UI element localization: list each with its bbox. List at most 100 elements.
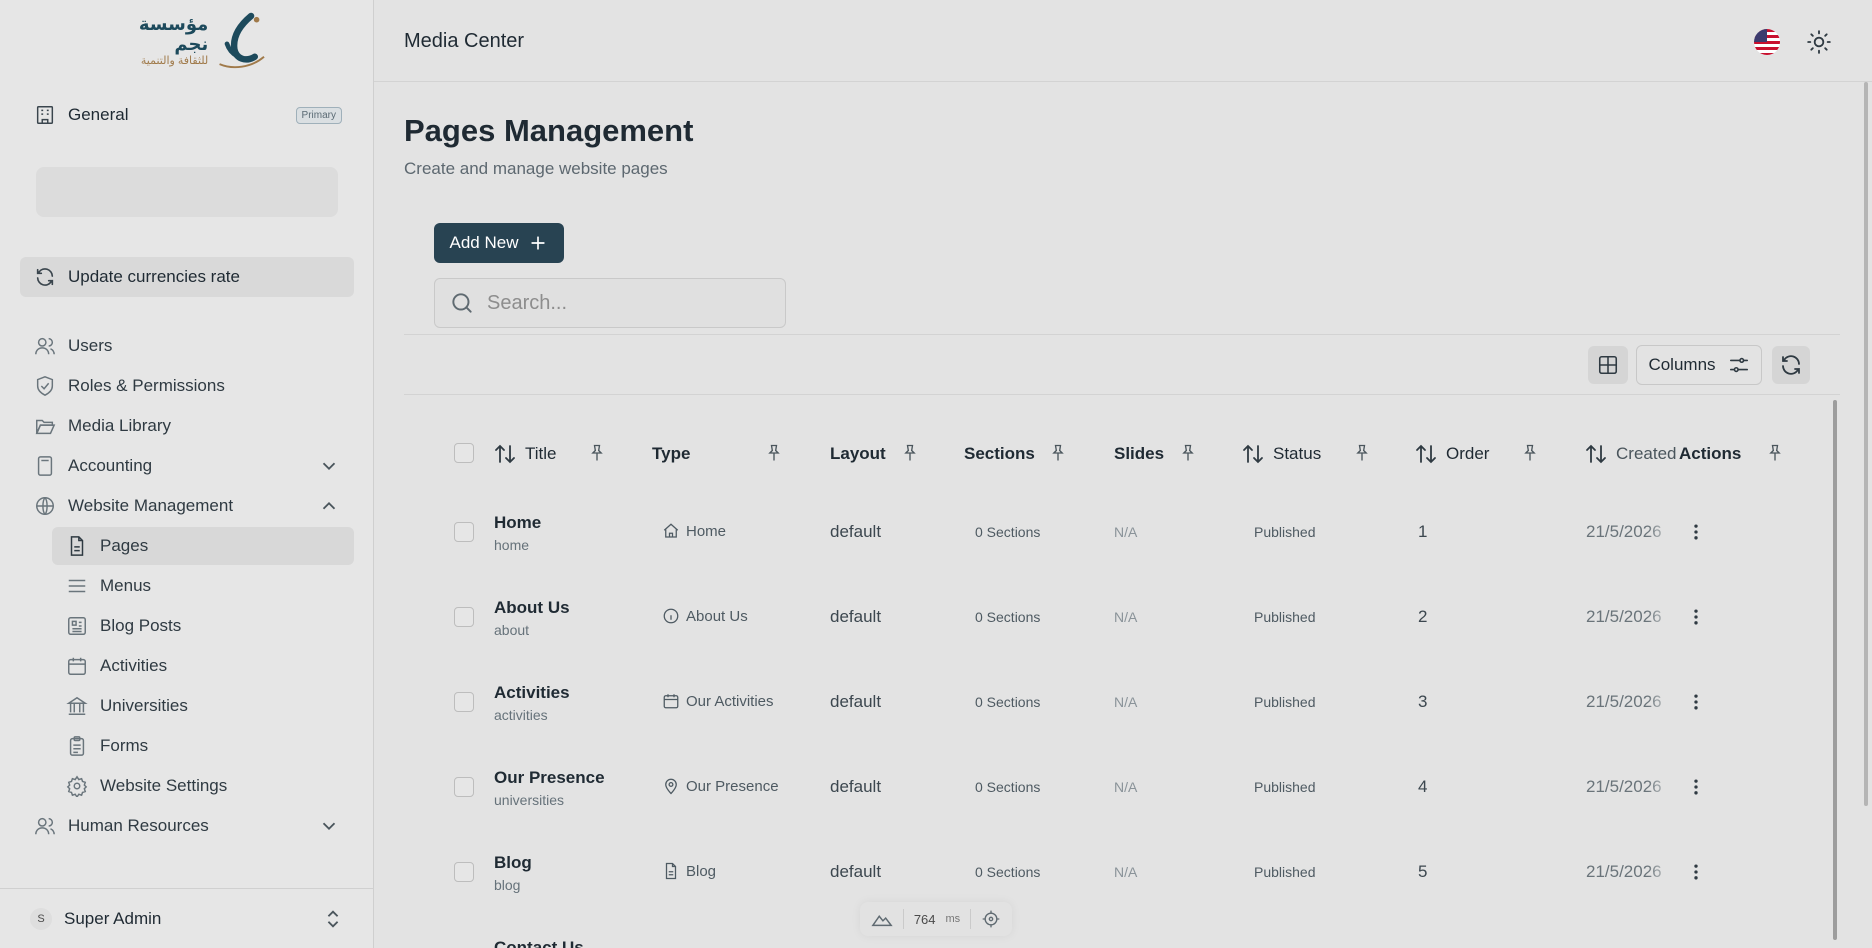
column-header-status[interactable]: Status — [1241, 440, 1321, 468]
table-view-button[interactable] — [1588, 346, 1628, 384]
divider — [404, 394, 1840, 395]
page-title-cell: Home — [494, 513, 542, 532]
map-pin-icon — [665, 778, 677, 795]
column-header-actions[interactable]: Actions — [1679, 440, 1741, 468]
sidebar-item-forms[interactable]: Forms — [52, 727, 354, 765]
column-header-sections[interactable]: Sections — [964, 440, 1035, 468]
column-header-order[interactable]: Order — [1414, 440, 1489, 468]
table-row-title[interactable]: Blog blog — [494, 853, 532, 893]
page-subtitle: Create and manage website pages — [404, 159, 668, 178]
column-header-type[interactable]: Type — [652, 440, 690, 468]
sidebar-item-human-resources[interactable]: Human Resources — [20, 807, 354, 845]
refresh-icon — [1782, 355, 1800, 375]
sidebar-item-label: Pages — [100, 536, 149, 555]
pin-icon[interactable] — [1520, 441, 1540, 465]
sidebar-item-label: Human Resources — [68, 816, 209, 835]
pin-icon[interactable] — [1048, 441, 1068, 465]
row-checkbox[interactable] — [454, 692, 474, 712]
table-row-title[interactable]: Our Presence universities — [494, 768, 605, 808]
page-scrollbar[interactable] — [1864, 82, 1868, 806]
page-created-cell: 21/5/2026 — [1586, 607, 1662, 626]
table-row-partial[interactable]: Contact Us — [494, 938, 584, 948]
page-sections-cell: 0 Sections — [975, 864, 1041, 880]
sidebar-item-pages[interactable]: Pages — [52, 527, 354, 565]
table-row-title[interactable]: About Us about — [494, 598, 570, 638]
column-header-created[interactable]: Created — [1584, 440, 1680, 468]
logo-text: مؤسسة نجم للثقافة والتنمية — [108, 14, 209, 67]
pin-icon[interactable] — [764, 441, 784, 465]
page-type-label: About Us — [686, 607, 748, 625]
page-title: Pages Management — [404, 113, 694, 148]
refresh-button[interactable] — [1772, 346, 1810, 384]
user-menu[interactable]: S Super Admin — [0, 888, 374, 948]
users-icon — [34, 335, 56, 357]
page-layout-cell: default — [830, 692, 882, 711]
search-input[interactable] — [487, 291, 767, 315]
columns-button[interactable]: Columns — [1636, 345, 1762, 385]
add-new-button[interactable]: Add New — [434, 223, 564, 263]
pin-icon[interactable] — [1352, 441, 1372, 465]
update-currencies-button[interactable]: Update currencies rate — [20, 257, 354, 297]
sidebar-item-menus[interactable]: Menus — [52, 567, 354, 605]
sidebar-item-users[interactable]: Users — [20, 327, 354, 365]
table-scrollbar[interactable] — [1833, 400, 1837, 940]
us-flag-icon[interactable] — [1754, 29, 1780, 55]
search-field[interactable] — [434, 278, 786, 328]
page-slug-cell: universities — [494, 792, 565, 808]
more-vertical-icon[interactable] — [1686, 775, 1706, 799]
table-row-title[interactable]: Activities activities — [494, 683, 570, 723]
column-header-title[interactable]: Title — [493, 440, 557, 468]
sidebar-item-website-settings[interactable]: Website Settings — [52, 767, 354, 805]
more-vertical-icon[interactable] — [1686, 520, 1706, 544]
more-vertical-icon[interactable] — [1686, 605, 1706, 629]
performance-indicator[interactable]: 764 ms — [860, 902, 1012, 936]
page-order-cell: 1 — [1418, 522, 1428, 541]
row-checkbox[interactable] — [454, 607, 474, 627]
logo[interactable]: مؤسسة نجم للثقافة والتنمية — [108, 6, 268, 76]
sun-icon[interactable] — [1806, 29, 1832, 55]
sidebar-item-media-library[interactable]: Media Library — [20, 407, 354, 445]
column-header-layout[interactable]: Layout — [830, 440, 886, 468]
sidebar-item-blog-posts[interactable]: Blog Posts — [52, 607, 354, 645]
status-badge: Published — [1254, 524, 1316, 540]
more-vertical-icon[interactable] — [1686, 860, 1706, 884]
sidebar-item-label: Media Library — [68, 416, 171, 435]
row-checkbox[interactable] — [454, 862, 474, 882]
globe-icon — [34, 495, 56, 517]
page-slug-cell: about — [494, 622, 530, 638]
page-type-label: Blog — [686, 862, 717, 880]
pin-icon[interactable] — [1178, 441, 1198, 465]
pin-icon[interactable] — [1765, 441, 1785, 465]
sidebar-item-roles[interactable]: Roles & Permissions — [20, 367, 354, 405]
status-badge: Published — [1254, 694, 1316, 710]
more-vertical-icon[interactable] — [1686, 690, 1706, 714]
org-selector[interactable]: General Primary — [34, 100, 342, 130]
row-checkbox[interactable] — [454, 777, 474, 797]
sidebar-item-activities[interactable]: Activities — [52, 647, 354, 685]
pin-icon[interactable] — [900, 441, 920, 465]
crosshair-icon — [982, 910, 1000, 928]
divider — [970, 909, 972, 929]
divider — [404, 334, 1840, 335]
select-all-checkbox[interactable] — [454, 443, 474, 463]
primary-badge: Primary — [295, 106, 342, 124]
pin-icon[interactable] — [587, 441, 607, 465]
status-badge: Published — [1254, 779, 1316, 795]
user-name: Super Admin — [64, 908, 162, 928]
status-badge: Published — [1254, 864, 1316, 880]
perf-unit: ms — [945, 913, 961, 925]
page-slides-cell: N/A — [1114, 694, 1138, 710]
sidebar-item-accounting[interactable]: Accounting — [20, 447, 354, 485]
sidebar-item-label: Accounting — [68, 456, 153, 475]
column-label: Created — [1616, 444, 1677, 463]
status-badge: Published — [1254, 609, 1316, 625]
sidebar-item-website-management[interactable]: Website Management — [20, 487, 354, 525]
sidebar-item-universities[interactable]: Universities — [52, 687, 354, 725]
file-text-icon — [665, 862, 677, 880]
logo-line-2: للثقافة والتنمية — [140, 54, 209, 67]
sidebar: مؤسسة نجم للثقافة والتنمية General Prima… — [0, 0, 374, 948]
table-row-title[interactable]: Home home — [494, 513, 541, 553]
column-label: Order — [1446, 444, 1490, 463]
column-header-slides[interactable]: Slides — [1114, 440, 1164, 468]
row-checkbox[interactable] — [454, 522, 474, 542]
